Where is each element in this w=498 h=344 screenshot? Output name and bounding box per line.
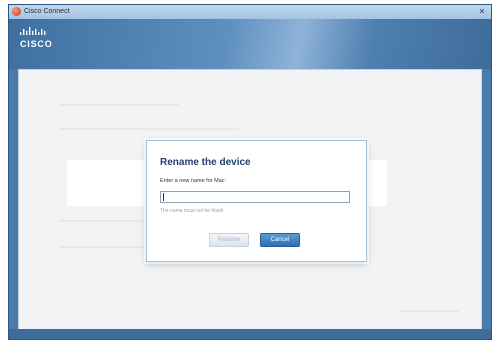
content-line <box>399 310 459 312</box>
dialog-title: Rename the device <box>160 157 251 168</box>
header-banner: CISCO <box>9 19 491 69</box>
content-line <box>59 104 179 106</box>
rename-button[interactable]: Rename <box>209 233 249 247</box>
cisco-wordmark: CISCO <box>20 39 53 49</box>
device-name-input[interactable] <box>160 191 350 203</box>
cisco-logo: CISCO <box>19 26 59 56</box>
bottom-bar <box>9 329 491 339</box>
validation-hint: The name must not be blank. <box>160 208 225 214</box>
cancel-button[interactable]: Cancel <box>260 233 300 247</box>
close-icon[interactable]: ✕ <box>476 6 488 17</box>
content-line <box>59 128 239 130</box>
title-bar[interactable]: Cisco Connect ✕ <box>9 5 491 20</box>
cisco-bars-icon <box>20 27 46 35</box>
app-icon <box>12 7 21 16</box>
rename-prompt-label: Enter a new name for Mac: <box>160 178 227 184</box>
window-title: Cisco Connect <box>24 8 70 15</box>
text-caret <box>163 193 164 201</box>
rename-dialog: Rename the device Enter a new name for M… <box>146 140 367 262</box>
